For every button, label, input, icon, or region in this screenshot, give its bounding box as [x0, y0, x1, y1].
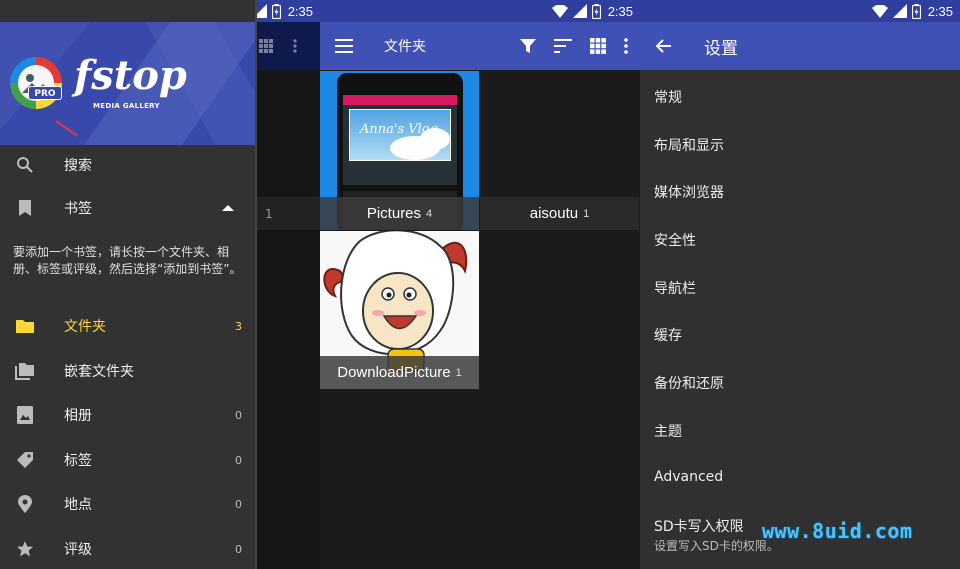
signal-icon	[892, 4, 907, 18]
settings-item-advanced[interactable]: Advanced	[654, 469, 723, 485]
settings-item-media-viewer[interactable]: 媒体浏览器	[654, 182, 724, 202]
pointer-arrow-icon	[55, 120, 78, 137]
app-logo-icon	[10, 57, 62, 109]
overflow-menu-icon	[293, 39, 297, 53]
folder-tile-label: Pictures 4	[320, 197, 479, 230]
grid-view-icon[interactable]	[590, 38, 606, 54]
dimmed-tile-count: 1	[255, 197, 320, 230]
drawer-item-label: 搜索	[64, 158, 92, 174]
filter-icon[interactable]	[520, 38, 536, 54]
drawer-item-label: 嵌套文件夹	[64, 364, 134, 380]
drawer-item-bookmarks[interactable]: 书签	[0, 186, 255, 230]
drawer-item-locations[interactable]: 地点 0	[0, 482, 255, 526]
thumbnail-screen: Anna's Vlog	[343, 95, 457, 185]
settings-item-cache[interactable]: 缓存	[654, 325, 682, 345]
settings-item-general[interactable]: 常规	[654, 87, 682, 107]
brand-name: fstop	[74, 52, 187, 99]
folder-tile-aisoutu[interactable]: aisoutu 1	[480, 71, 639, 230]
star-icon	[15, 539, 35, 559]
bookmark-hint: 要添加一个书签，请长按一个文件夹、相册、标签或评级，然后选择“添加到书签”。	[13, 245, 242, 276]
bookmark-icon	[15, 198, 35, 218]
battery-icon	[591, 3, 601, 19]
signal-icon	[572, 4, 587, 18]
top-app-bar: 设置	[640, 22, 960, 70]
drawer-header: PRO fstop MEDIA GALLERY	[0, 22, 255, 145]
thumbnail-topbar	[343, 95, 457, 105]
thumbnail-sky: Anna's Vlog	[349, 109, 451, 161]
dimmed-content	[255, 70, 320, 569]
drawer-item-tags[interactable]: 标签 0	[0, 438, 255, 482]
folder-name: Pictures	[366, 205, 422, 222]
folder-name: DownloadPicture	[337, 364, 451, 381]
nested-folders-icon	[15, 361, 35, 381]
settings-item-navigation-bar[interactable]: 导航栏	[654, 278, 696, 298]
folders-screen: 2:35 文件夹 Anna's Vlog Pictures 4 aisoutu …	[320, 0, 640, 569]
settings-item-security[interactable]: 安全性	[654, 230, 696, 250]
search-icon	[15, 155, 35, 175]
top-app-bar: 文件夹	[320, 22, 640, 70]
location-pin-icon	[15, 494, 35, 514]
overflow-menu-icon[interactable]	[624, 38, 628, 54]
page-title: 文件夹	[384, 39, 426, 55]
drawer-item-count: 0	[235, 497, 242, 511]
battery-icon	[911, 3, 921, 19]
drawer-item-nested-folders[interactable]: 嵌套文件夹	[0, 349, 255, 393]
folder-tile-downloadpicture[interactable]: DownloadPicture 1	[320, 231, 479, 389]
drawer-item-folders[interactable]: 文件夹 3	[0, 304, 255, 348]
drawer-item-albums[interactable]: 相册 0	[0, 393, 255, 437]
settings-item-theme[interactable]: 主题	[654, 421, 682, 441]
wifi-icon	[551, 4, 568, 18]
collapse-caret-icon[interactable]	[222, 205, 234, 211]
sort-icon[interactable]	[554, 39, 572, 53]
pro-badge: PRO	[28, 86, 62, 100]
folder-count: 4	[426, 207, 433, 220]
folder-icon	[15, 316, 35, 336]
drawer-item-count: 0	[235, 542, 242, 556]
settings-screen: 2:35 设置 常规 布局和显示 媒体浏览器 安全性 导航栏 缓存 备份和还原 …	[640, 0, 960, 569]
drawer-item-search[interactable]: 搜索	[0, 143, 255, 187]
folder-name: aisoutu	[529, 205, 579, 222]
drawer-item-label: 文件夹	[64, 319, 106, 335]
album-icon	[15, 405, 35, 425]
appbar-actions	[520, 38, 628, 54]
drawer-item-label: 地点	[64, 497, 92, 513]
drawer-item-ratings[interactable]: 评级 0	[0, 527, 255, 569]
tag-icon	[15, 450, 35, 470]
drawer-item-label: 相册	[64, 408, 92, 424]
folder-count: 1	[455, 366, 462, 379]
status-time: 2:35	[927, 3, 953, 19]
page-title: 设置	[704, 38, 738, 59]
settings-item-sd-permission[interactable]: SD卡写入权限	[654, 516, 744, 536]
wifi-icon	[871, 4, 888, 18]
folder-tile-label: DownloadPicture 1	[320, 356, 479, 389]
status-bar: 2:35	[640, 0, 960, 22]
drawer-item-label: 评级	[64, 542, 92, 558]
drawer-item-label: 标签	[64, 453, 92, 469]
drawer-item-count: 3	[235, 319, 242, 333]
settings-item-sd-permission-subtitle: 设置写入SD卡的权限。	[654, 539, 779, 553]
watermark: www.8uid.com	[762, 519, 913, 543]
grid-view-icon	[259, 39, 273, 53]
dimmed-appbar	[255, 22, 320, 70]
battery-icon	[271, 3, 281, 19]
thumbnail-caption: Anna's Vlog	[360, 122, 438, 137]
folder-count: 1	[583, 207, 590, 220]
status-time: 2:35	[287, 3, 313, 19]
menu-icon[interactable]	[335, 39, 353, 53]
brand-subtitle: MEDIA GALLERY	[93, 102, 160, 110]
status-time: 2:35	[607, 3, 633, 19]
status-bar: 2:35	[320, 0, 640, 22]
settings-item-backup-restore[interactable]: 备份和还原	[654, 373, 724, 393]
navigation-drawer: PRO fstop MEDIA GALLERY 搜索 书签 要添加一个书签，请长…	[0, 0, 257, 569]
back-arrow-icon[interactable]	[656, 39, 672, 53]
folder-tile-pictures[interactable]: Anna's Vlog Pictures 4	[320, 71, 479, 230]
drawer-item-count: 0	[235, 453, 242, 467]
settings-item-layout-display[interactable]: 布局和显示	[654, 135, 724, 155]
drawer-screen: 1 2:35 PRO fstop MEDIA GALLERY 搜索 书签 要添加…	[0, 0, 320, 569]
drawer-item-count: 0	[235, 408, 242, 422]
folder-tile-label: aisoutu 1	[480, 197, 639, 230]
drawer-item-label: 书签	[64, 201, 92, 217]
